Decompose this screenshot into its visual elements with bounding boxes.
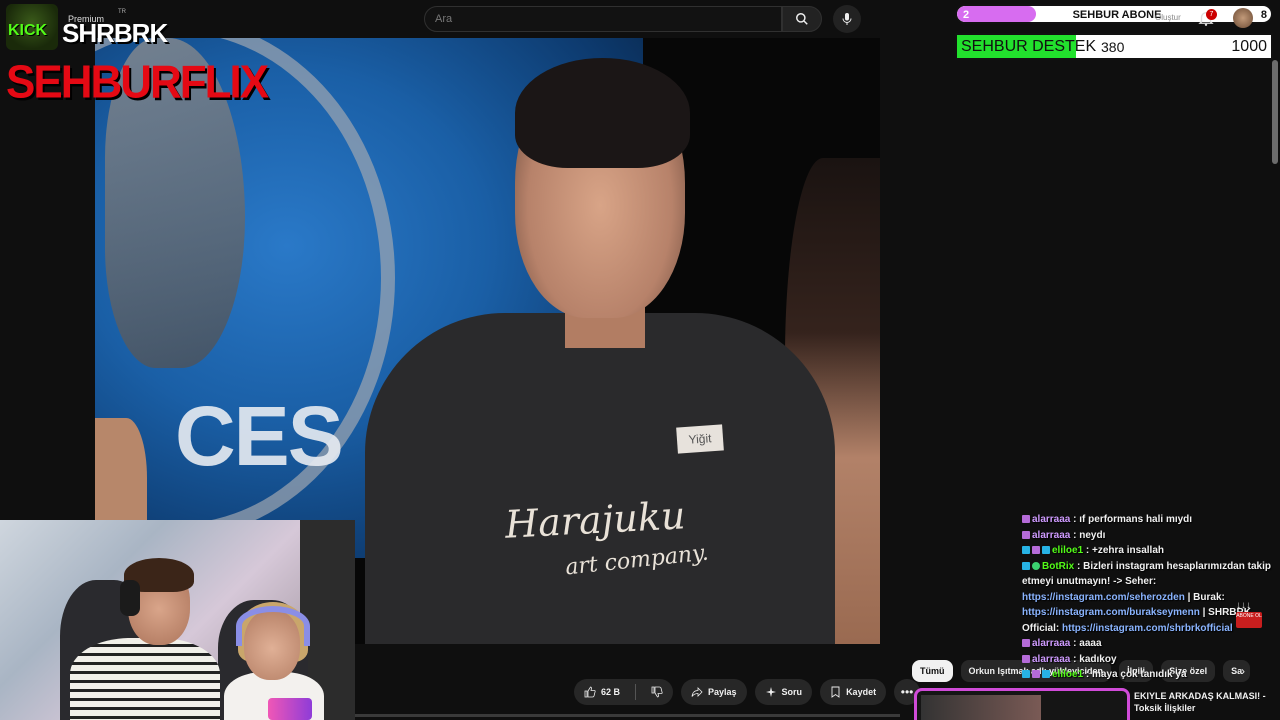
save-button[interactable]: Kaydet xyxy=(820,679,887,705)
like-count: 62 B xyxy=(601,687,621,697)
channel-name: SHRBRK xyxy=(62,18,168,48)
chat-text: : aaaa xyxy=(1073,638,1102,649)
chat-text: : +zehra insallah xyxy=(1085,545,1165,556)
chat-text: : neydı xyxy=(1073,529,1106,541)
chat-message: alarraaa : ıf performans hali mıydı xyxy=(1022,512,1280,528)
ask-button[interactable]: Soru xyxy=(754,679,813,705)
gift-badge-icon xyxy=(1022,546,1030,554)
video-progress-bar[interactable] xyxy=(355,714,900,717)
search-button[interactable] xyxy=(782,6,822,32)
subscriber-badge-icon xyxy=(1032,546,1040,554)
donation-goal-title: SEHBUR DESTEK xyxy=(961,38,1097,55)
channel-logo: KICK Premium TR SHRBRK xyxy=(6,4,168,50)
chat-message: alarraaa : kadıkoy xyxy=(1022,652,1280,668)
subscriber-goal-current: 2 xyxy=(963,9,970,21)
gift-badge-icon xyxy=(1022,670,1030,678)
chat-link[interactable]: https://instagram.com/shrbrkofficial xyxy=(1062,623,1233,634)
video-person-shirt xyxy=(365,313,835,644)
chat-username: alarraaa xyxy=(1032,514,1071,525)
like-dislike-group: 62 B xyxy=(574,679,674,705)
chat-text: : kadıkoy xyxy=(1073,653,1117,665)
chat-username: alarraaa xyxy=(1032,638,1071,649)
chat-link[interactable]: https://instagram.com/burakseymenn xyxy=(1022,607,1200,618)
sub-badge-icon xyxy=(1042,546,1050,554)
save-label: Kaydet xyxy=(846,687,877,697)
chat-username: alarraaa xyxy=(1032,653,1071,665)
subscribe-sticker: ABONE OL xyxy=(1236,612,1262,628)
down-arrows: ↓↓↓ xyxy=(1236,600,1251,611)
subscriber-badge-icon xyxy=(1022,515,1030,523)
search-icon xyxy=(796,13,808,25)
recommendation-title-line2: Toksik İlişkiler xyxy=(1134,703,1196,713)
chat-message: eliloe1 : +zehra insallah xyxy=(1022,543,1280,559)
stream-page: CES Yiğit Harajuku art company. KICK Pre… xyxy=(0,0,1280,720)
bot-badge-icon xyxy=(1022,561,1030,570)
video-actions: 62 B Paylaş Soru Kaydet ••• xyxy=(574,679,921,705)
search-box[interactable] xyxy=(424,6,782,32)
chat-username: BotRix xyxy=(1042,560,1075,572)
chat-text: | Burak: xyxy=(1184,591,1225,603)
page-scrollbar[interactable] xyxy=(1272,60,1278,164)
chat-username: eliloe1 xyxy=(1052,669,1084,680)
chat-message: alarraaa : aaaa xyxy=(1022,636,1280,652)
verified-badge-icon xyxy=(1032,561,1040,570)
ask-label: Soru xyxy=(781,687,803,697)
video-background-text: CES xyxy=(175,389,344,483)
chat-username: eliloe1 xyxy=(1052,545,1084,556)
recommendation-card[interactable] xyxy=(914,688,1130,720)
video-person-hair xyxy=(515,58,690,168)
donation-goal-max: 1000 xyxy=(1231,38,1267,55)
search-input[interactable] xyxy=(425,7,781,31)
voice-search-button[interactable] xyxy=(833,5,861,33)
chat-message: alarraaa : neydı xyxy=(1022,528,1280,544)
video-shirt-print: Harajuku xyxy=(503,493,687,547)
like-button[interactable]: 62 B xyxy=(574,679,630,705)
recommendation-thumbnail xyxy=(921,695,1041,720)
share-label: Paylaş xyxy=(708,687,737,697)
donation-goal-bar: SEHBUR DESTEK 380 1000 xyxy=(955,33,1273,60)
chat-message: eliloe1 : maya çok tanıdık ya xyxy=(1022,667,1280,683)
recommendation-title-line1: EKIYLE ARKADAŞ KALMASI! - xyxy=(1134,691,1266,701)
bookmark-icon xyxy=(831,686,840,698)
chat-overlay: alarraaa : ıf performans hali mıydı alar… xyxy=(1022,512,1280,683)
donation-goal-current: 380 xyxy=(1101,39,1125,55)
webcam-overlay xyxy=(0,520,355,720)
brand-title: SEHBURFLIX xyxy=(6,56,269,109)
subscriber-badge-icon xyxy=(1022,530,1030,539)
subscriber-goal-bar: 2 SEHBUR ABONE 8 xyxy=(955,4,1273,24)
webcam-mic-light xyxy=(268,698,312,720)
chip-all[interactable]: Tümü xyxy=(912,660,953,682)
avatar[interactable] xyxy=(1233,8,1253,28)
dislike-button[interactable] xyxy=(641,679,673,705)
like-separator xyxy=(635,684,637,700)
share-icon xyxy=(691,687,703,697)
subscriber-badge-icon xyxy=(1022,639,1030,647)
region-label: TR xyxy=(118,9,126,15)
chat-text: : ıf performans hali mıydı xyxy=(1073,514,1193,525)
webcam-streamer-shirt xyxy=(70,638,220,720)
chat-username: alarraaa xyxy=(1032,529,1071,541)
video-nametag: Yiğit xyxy=(676,424,724,454)
webcam-cohost-headset xyxy=(236,606,310,646)
notification-count: 7 xyxy=(1206,9,1217,20)
thumbs-down-icon xyxy=(651,686,663,698)
more-icon: ••• xyxy=(900,685,914,699)
microphone-icon xyxy=(842,13,852,25)
subscriber-badge-icon xyxy=(1022,654,1030,663)
sub-badge-icon xyxy=(1042,670,1050,678)
create-button[interactable]: Oluştur xyxy=(1155,13,1181,22)
kick-label: KICK xyxy=(8,22,48,39)
subscriber-badge-icon xyxy=(1032,670,1040,678)
chat-text: : maya çok tanıdık ya xyxy=(1085,669,1187,680)
chat-link[interactable]: https://instagram.com/seherozden xyxy=(1022,592,1185,603)
recommendation-title[interactable]: EKIYLE ARKADAŞ KALMASI! - Toksik İlişkil… xyxy=(1134,690,1274,714)
webcam-headset xyxy=(120,580,140,616)
thumbs-up-icon xyxy=(584,686,596,698)
sparkle-icon xyxy=(765,687,776,697)
share-button[interactable]: Paylaş xyxy=(681,679,747,705)
subscriber-goal-max: 8 xyxy=(1260,9,1267,21)
